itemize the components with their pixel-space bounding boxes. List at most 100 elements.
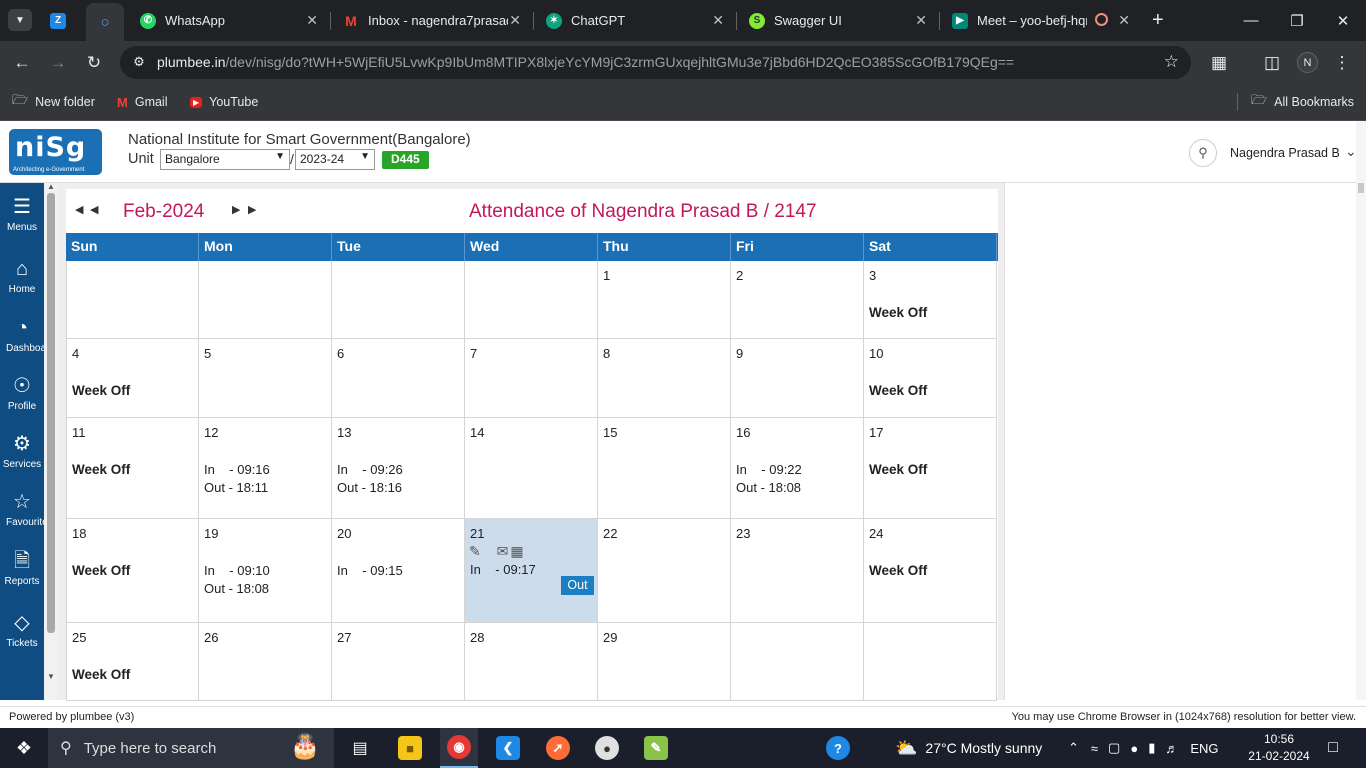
sidebar-item-menus[interactable]: ☰ Menus [0,195,44,251]
sidebar-item-favourites[interactable]: ☆ Favourites [0,490,44,546]
start-button[interactable]: ❖ [0,728,48,768]
close-icon[interactable]: ✕ [306,12,318,29]
taskbar-app-explorer[interactable]: ■ [394,728,426,768]
mail-icon[interactable]: ✉ [493,543,509,559]
minimize-button[interactable]: — [1228,0,1274,41]
clock[interactable]: 10:56 21-02-2024 [1244,731,1314,765]
site-info-icon[interactable]: ⚙ [130,54,148,70]
taskbar-app-vscode[interactable]: ❮ [492,728,524,768]
calendar-day-cell[interactable]: 26 [199,623,332,701]
edit-note-icon[interactable]: ✎ [469,543,481,559]
calendar-day-cell[interactable]: 18 Week Off [66,519,199,623]
calendar-day-cell[interactable]: 11 Week Off [66,418,199,519]
calendar-day-cell[interactable]: 16 In - 09:22 Out - 18:08 [731,418,864,519]
tab-chatgpt[interactable]: ✶ ChatGPT ✕ [546,6,732,35]
task-view-button[interactable]: ▤ [344,728,376,768]
calendar-day-cell[interactable]: 1 [598,261,731,339]
browser-menu-button[interactable]: ⋮ [1329,50,1355,76]
unit-select[interactable]: Bangalore ▼ [160,149,290,170]
taskbar-search[interactable]: ⚲ Type here to search 🎂 [48,728,334,768]
calendar-day-cell[interactable]: 8 [598,339,731,418]
taskbar-app-notepad[interactable]: ✎ [640,728,672,768]
help-button[interactable]: ? [824,728,852,768]
calendar-day-cell[interactable]: 20 In - 09:15 [332,519,465,623]
calendar-clock-icon[interactable]: ▦ [510,543,523,559]
scrollbar-thumb[interactable] [47,193,55,633]
calendar-day-cell[interactable]: 17 Week Off [864,418,997,519]
tab-whatsapp[interactable]: ✆ WhatsApp ✕ [140,6,326,35]
network-icon[interactable]: ≈ [1091,741,1098,756]
chevron-down-icon[interactable]: ⌄ [1345,143,1357,160]
tab-gmail[interactable]: M Inbox - nagendra7prasad ✕ [343,6,529,35]
user-name[interactable]: Nagendra Prasad B [1230,146,1340,160]
close-icon[interactable]: ✕ [915,12,927,29]
restore-button[interactable]: ❐ [1274,0,1320,41]
sidebar-item-home[interactable]: ⌂ Home [0,257,44,313]
calendar-day-cell[interactable]: 10 Week Off [864,339,997,418]
sidebar-item-tickets[interactable]: ◇ Tickets [0,611,44,667]
extensions-button[interactable]: ▦ [1206,50,1232,76]
close-icon[interactable]: ✕ [509,12,521,29]
battery-icon[interactable]: ▮ [1148,740,1155,756]
calendar-day-cell[interactable]: 27 [332,623,465,701]
calendar-day-cell[interactable]: 12 In - 09:16 Out - 18:11 [199,418,332,519]
next-year-icon[interactable]: ▶ [248,203,256,216]
bookmark-gmail[interactable]: M Gmail [117,93,168,111]
language-indicator[interactable]: ENG [1190,741,1218,756]
calendar-day-cell[interactable]: 19 In - 09:10 Out - 18:08 [199,519,332,623]
sidebar-item-services[interactable]: ⚙ Services [0,432,44,488]
calendar-day-cell[interactable]: 9 [731,339,864,418]
bookmark-new-folder[interactable]: 🗁 New folder [12,92,95,111]
profile-avatar[interactable]: N [1297,52,1318,73]
forward-button[interactable]: → [45,50,71,76]
notifications-button[interactable]: □ [1320,728,1346,768]
search-button[interactable]: ⚲ [1189,139,1217,167]
tab-swagger[interactable]: S Swagger UI ✕ [749,6,935,35]
calendar-day-cell[interactable]: 14 [465,418,598,519]
calendar-day-cell[interactable]: 7 [465,339,598,418]
scroll-down-icon[interactable]: ▼ [47,672,55,681]
prev-month-icon[interactable]: ◀ [90,203,98,216]
new-tab-button[interactable]: + [1152,6,1172,35]
calendar-day-cell[interactable]: 24 Week Off [864,519,997,623]
bookmark-star-icon[interactable]: ☆ [1164,52,1179,72]
tab-plumbee[interactable]: ○ [86,3,124,41]
taskbar-app-dbeaver[interactable]: ● [591,728,623,768]
tab-search-button[interactable]: ▼ [8,9,32,31]
calendar-day-cell[interactable]: 25 Week Off [66,623,199,701]
calendar-day-cell[interactable]: 29 [598,623,731,701]
tab-meet[interactable]: ▶ Meet – yoo-befj-hqm ✕ [952,6,1138,35]
calendar-day-cell[interactable]: 15 [598,418,731,519]
prev-year-icon[interactable]: ◀ [75,203,83,216]
calendar-day-cell[interactable]: 5 [199,339,332,418]
punch-out-button[interactable]: Out [561,576,594,595]
taskbar-app-postman[interactable]: ➚ [542,728,574,768]
page-scrollbar[interactable] [1356,121,1366,700]
url-text[interactable]: plumbee.in/dev/nisg/do?tWH+5WjEfiU5LvwKp… [157,54,1014,70]
weather-widget[interactable]: ⛅ 27°C Mostly sunny [895,728,1042,768]
calendar-day-cell[interactable]: 13 In - 09:26 Out - 18:16 [332,418,465,519]
sidebar-item-dashboard[interactable]: ◔ Dashboard [0,316,44,372]
address-bar[interactable]: ⚙ plumbee.in/dev/nisg/do?tWH+5WjEfiU5Lvw… [120,46,1191,79]
system-tray[interactable]: ⌃ ≈ ▢ ● ▮ ♬ ENG [1068,728,1219,768]
close-icon[interactable]: ✕ [1118,12,1130,29]
calendar-day-cell[interactable]: 6 [332,339,465,418]
calendar-day-cell[interactable]: 3 Week Off [864,261,997,339]
volume-icon[interactable]: ♬ [1165,741,1178,756]
chevron-up-icon[interactable]: ⌃ [1068,740,1079,756]
side-panel-button[interactable]: ◫ [1259,50,1285,76]
meet-tray-icon[interactable]: ▢ [1108,740,1120,756]
microphone-icon[interactable]: ● [1130,741,1138,756]
all-bookmarks[interactable]: 🗁 All Bookmarks [1251,92,1354,111]
nisg-logo[interactable]: niSg Architecting e-Government [9,129,102,175]
sidebar-item-reports[interactable]: 🗎 Reports [0,549,44,605]
scroll-up-icon[interactable]: ▲ [47,182,55,191]
calendar-day-cell[interactable]: 2 [731,261,864,339]
scrollbar-thumb[interactable] [1358,183,1364,193]
close-window-button[interactable]: ✕ [1320,0,1366,41]
calendar-day-cell[interactable]: 28 [465,623,598,701]
calendar-day-cell[interactable]: 23 [731,519,864,623]
sidebar-item-profile[interactable]: ☉ Profile [0,374,44,430]
calendar-day-cell[interactable]: 22 [598,519,731,623]
taskbar-app-chrome[interactable]: ◉ [440,728,478,768]
